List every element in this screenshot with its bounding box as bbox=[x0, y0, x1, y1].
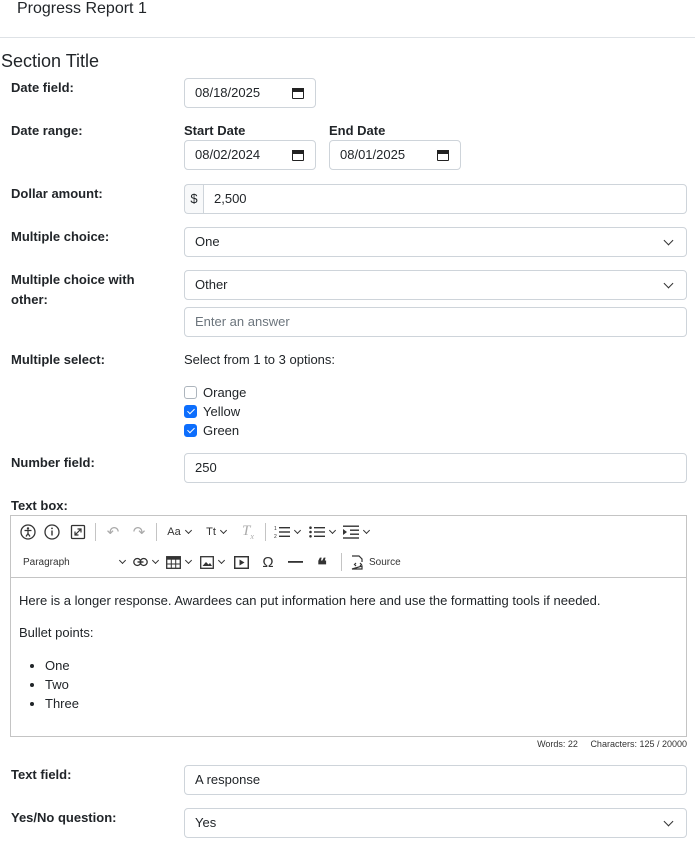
checkbox-orange[interactable] bbox=[184, 386, 197, 399]
date-field-input[interactable]: 08/18/2025 bbox=[184, 78, 316, 108]
page-title: Progress Report 1 bbox=[17, 0, 147, 17]
option-green-label: Green bbox=[203, 423, 240, 438]
undo-icon[interactable]: ↶ bbox=[100, 520, 126, 544]
link-icon[interactable] bbox=[129, 550, 161, 574]
chevron-down-icon bbox=[664, 818, 674, 828]
yes-no-select[interactable]: Yes bbox=[184, 808, 687, 838]
toolbar-separator bbox=[265, 523, 266, 541]
font-size-label: Aa bbox=[167, 526, 181, 538]
page-header: Progress Report 1 bbox=[0, 0, 695, 38]
end-date-label: End Date bbox=[329, 123, 386, 138]
numbered-list-icon[interactable]: 12 bbox=[270, 520, 304, 544]
number-field-label: Number field: bbox=[11, 455, 95, 470]
blockquote-icon[interactable]: ❝ bbox=[307, 550, 337, 574]
multiple-choice-label: Multiple choice: bbox=[11, 229, 110, 244]
svg-text:1: 1 bbox=[274, 526, 277, 532]
multiple-choice-other-label-line1: Multiple choice with bbox=[11, 272, 135, 287]
source-button[interactable]: Source bbox=[346, 550, 405, 574]
dollar-amount-group: $ 2,500 bbox=[184, 184, 687, 214]
end-date-value: 08/01/2025 bbox=[340, 147, 406, 162]
date-field-label: Date field: bbox=[11, 80, 74, 95]
svg-text:2: 2 bbox=[274, 534, 277, 539]
list-item: Three bbox=[45, 694, 678, 713]
option-yellow[interactable]: Yellow bbox=[184, 402, 246, 421]
toolbar-separator bbox=[156, 523, 157, 541]
other-answer-input[interactable]: Enter an answer bbox=[184, 307, 687, 337]
rich-text-editor: ↶ ↷ Aa Tt Tx 12 Paragraph Ω ❝ Source Her… bbox=[10, 515, 687, 737]
multiple-select-options: Orange Yellow Green bbox=[184, 383, 246, 440]
number-field-input[interactable]: 250 bbox=[184, 453, 687, 483]
editor-content[interactable]: Here is a longer response. Awardees can … bbox=[11, 578, 686, 727]
date-field-value: 08/18/2025 bbox=[195, 85, 261, 100]
option-yellow-label: Yellow bbox=[203, 404, 241, 419]
editor-paragraph-2: Bullet points: bbox=[19, 625, 94, 640]
yes-no-label: Yes/No question: bbox=[11, 810, 117, 825]
chevron-down-icon bbox=[664, 280, 674, 290]
calendar-icon[interactable] bbox=[437, 149, 449, 161]
option-orange-label: Orange bbox=[203, 385, 247, 400]
special-char-icon[interactable]: Ω bbox=[253, 550, 283, 574]
multiple-choice-other-select[interactable]: Other bbox=[184, 270, 687, 300]
fullscreen-icon[interactable] bbox=[65, 520, 91, 544]
paragraph-style-label: Paragraph bbox=[23, 556, 70, 568]
toolbar-separator bbox=[341, 553, 342, 571]
word-char-counter: Words: 22 Characters: 125 / 20000 bbox=[527, 739, 687, 749]
toolbar-separator bbox=[95, 523, 96, 541]
word-count: Words: 22 bbox=[537, 739, 578, 749]
multiple-choice-other-label: Multiple choice with other: bbox=[11, 270, 135, 310]
dollar-prefix: $ bbox=[184, 184, 203, 214]
option-orange[interactable]: Orange bbox=[184, 383, 246, 402]
editor-paragraph-1: Here is a longer response. Awardees can … bbox=[19, 593, 601, 608]
checkbox-yellow[interactable] bbox=[184, 405, 197, 418]
multiple-select-label: Multiple select: bbox=[11, 352, 105, 367]
editor-toolbar: ↶ ↷ Aa Tt Tx 12 Paragraph Ω ❝ Source bbox=[11, 516, 686, 578]
horizontal-line-icon[interactable] bbox=[283, 550, 307, 574]
dollar-amount-label: Dollar amount: bbox=[11, 186, 103, 201]
bulleted-list-icon[interactable] bbox=[304, 520, 340, 544]
accessibility-icon[interactable] bbox=[17, 520, 39, 544]
multiple-choice-select[interactable]: One bbox=[184, 227, 687, 257]
option-green[interactable]: Green bbox=[184, 421, 246, 440]
font-style-label: Tt bbox=[206, 526, 216, 538]
table-icon[interactable] bbox=[161, 550, 195, 574]
multiple-choice-other-value: Other bbox=[195, 277, 228, 292]
section-title: Section Title bbox=[1, 51, 100, 71]
text-field-label: Text field: bbox=[11, 767, 72, 782]
start-date-value: 08/02/2024 bbox=[195, 147, 261, 162]
start-date-input[interactable]: 08/02/2024 bbox=[184, 140, 316, 170]
yes-no-value: Yes bbox=[195, 815, 217, 830]
start-date-label: Start Date bbox=[184, 123, 246, 138]
source-label: Source bbox=[369, 556, 401, 568]
info-icon[interactable] bbox=[39, 520, 65, 544]
text-box-label: Text box: bbox=[11, 498, 68, 513]
image-icon[interactable] bbox=[195, 550, 229, 574]
list-item: One bbox=[45, 656, 678, 675]
multiple-select-hint: Select from 1 to 3 options: bbox=[184, 352, 336, 367]
character-count: Characters: 125 / 20000 bbox=[590, 739, 687, 749]
font-style-dropdown[interactable]: Tt bbox=[197, 520, 235, 544]
checkbox-green[interactable] bbox=[184, 424, 197, 437]
editor-bullet-list: One Two Three bbox=[19, 656, 678, 713]
indent-icon[interactable] bbox=[340, 520, 372, 544]
date-range-label: Date range: bbox=[11, 123, 83, 138]
calendar-icon[interactable] bbox=[292, 149, 304, 161]
paragraph-style-dropdown[interactable]: Paragraph bbox=[19, 550, 129, 574]
calendar-icon[interactable] bbox=[292, 87, 304, 99]
font-size-dropdown[interactable]: Aa bbox=[161, 520, 197, 544]
redo-icon[interactable]: ↷ bbox=[126, 520, 152, 544]
media-icon[interactable] bbox=[229, 550, 253, 574]
multiple-choice-other-label-line2: other: bbox=[11, 292, 48, 307]
end-date-input[interactable]: 08/01/2025 bbox=[329, 140, 461, 170]
list-item: Two bbox=[45, 675, 678, 694]
chevron-down-icon bbox=[664, 237, 674, 247]
remove-format-icon[interactable]: Tx bbox=[235, 520, 261, 544]
multiple-choice-value: One bbox=[195, 234, 220, 249]
text-field-input[interactable]: A response bbox=[184, 765, 687, 795]
dollar-amount-input[interactable]: 2,500 bbox=[203, 184, 687, 214]
